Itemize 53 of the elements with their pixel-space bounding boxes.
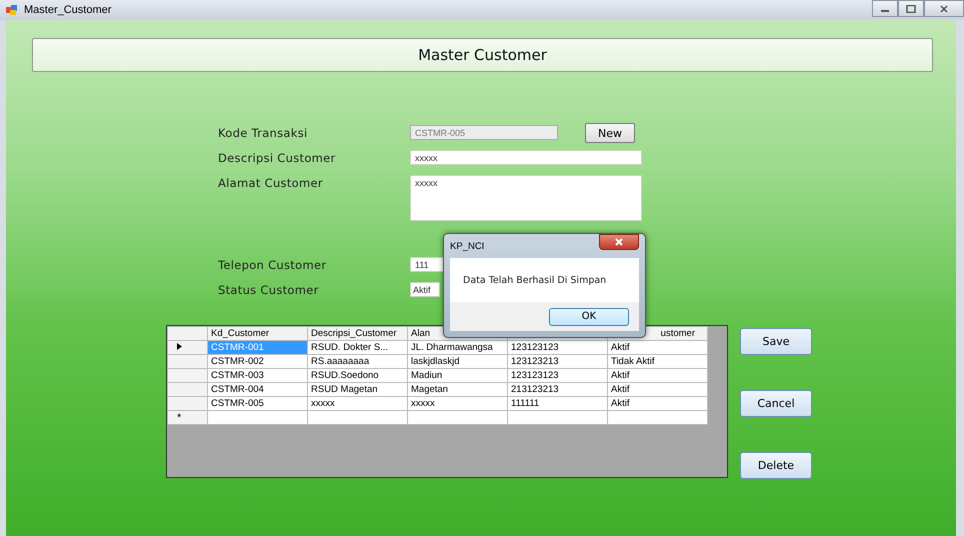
new-button[interactable]: New bbox=[585, 123, 635, 143]
table-cell[interactable]: CSTMR-004 bbox=[208, 382, 308, 396]
dialog-message: Data Telah Berhasil Di Simpan bbox=[463, 274, 606, 286]
text-area[interactable]: xxxxx bbox=[410, 175, 642, 221]
field-label: Kode Transaksi bbox=[218, 125, 309, 140]
column-header[interactable]: Descripsi_Customer bbox=[308, 326, 408, 340]
table-cell[interactable]: 111111 bbox=[508, 396, 608, 410]
maximize-button[interactable] bbox=[898, 0, 924, 17]
dialog-title: KP_NCI bbox=[450, 240, 484, 252]
field-label: Telepon Customer bbox=[218, 257, 328, 272]
table-cell[interactable]: RSUD. Dokter S... bbox=[308, 340, 408, 354]
table-cell[interactable]: 123123123 bbox=[508, 340, 608, 354]
table-cell[interactable]: RS.aaaaaaaa bbox=[308, 354, 408, 368]
table-cell[interactable]: Tidak Aktif bbox=[608, 354, 708, 368]
action-button[interactable]: Cancel bbox=[740, 390, 812, 417]
close-icon bbox=[614, 238, 624, 246]
column-header[interactable]: Kd_Customer bbox=[208, 326, 308, 340]
close-icon bbox=[939, 4, 949, 12]
field-label: Alamat Customer bbox=[218, 175, 324, 190]
table-cell[interactable]: Aktif bbox=[608, 396, 708, 410]
table-cell[interactable]: 213123213 bbox=[508, 382, 608, 396]
table-cell[interactable]: Aktif bbox=[608, 382, 708, 396]
window-title: Master_Customer bbox=[24, 4, 112, 16]
action-button[interactable]: Delete bbox=[740, 452, 812, 479]
table-cell[interactable]: CSTMR-005 bbox=[208, 396, 308, 410]
close-button[interactable] bbox=[924, 0, 964, 17]
table-cell[interactable]: Aktif bbox=[608, 368, 708, 382]
app-icon bbox=[6, 4, 18, 16]
close-button[interactable] bbox=[599, 234, 639, 250]
table-cell[interactable]: Aktif bbox=[608, 340, 708, 354]
table-cell[interactable]: xxxxx bbox=[308, 396, 408, 410]
table-cell[interactable]: laskjdlaskjd bbox=[408, 354, 508, 368]
table-cell[interactable]: JL. Dharmawangsa bbox=[408, 340, 508, 354]
table-cell[interactable]: 123123123 bbox=[508, 368, 608, 382]
action-button[interactable]: Save bbox=[740, 328, 812, 355]
table-cell[interactable]: CSTMR-002 bbox=[208, 354, 308, 368]
ok-button[interactable]: OK bbox=[549, 308, 629, 326]
table-cell[interactable]: xxxxx bbox=[408, 396, 508, 410]
table-cell[interactable]: 123123213 bbox=[508, 354, 608, 368]
input-field[interactable]: xxxxx bbox=[410, 150, 642, 165]
new-row-marker: * bbox=[177, 412, 182, 424]
table-cell[interactable]: RSUD.Soedono bbox=[308, 368, 408, 382]
input-field[interactable]: Aktif bbox=[410, 282, 440, 297]
field-label: Status Customer bbox=[218, 282, 320, 297]
field-label: Descripsi Customer bbox=[218, 150, 337, 165]
table-cell[interactable]: Madiun bbox=[408, 368, 508, 382]
input-field[interactable]: CSTMR-005 bbox=[410, 125, 558, 140]
maximize-icon bbox=[906, 4, 916, 12]
minimize-button[interactable] bbox=[872, 0, 898, 17]
table-cell[interactable]: RSUD Magetan bbox=[308, 382, 408, 396]
table-cell[interactable]: CSTMR-003 bbox=[208, 368, 308, 382]
table-cell[interactable]: Magetan bbox=[408, 382, 508, 396]
form-title: Master Customer bbox=[418, 46, 547, 64]
